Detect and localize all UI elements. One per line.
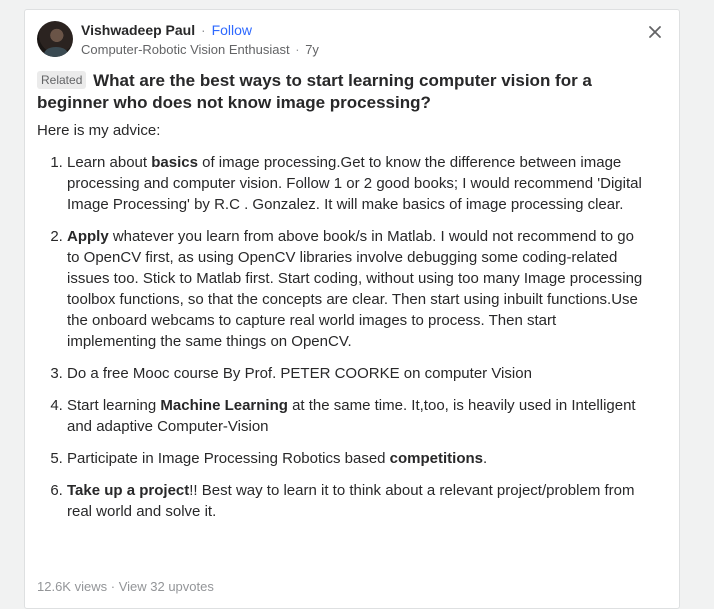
item-bold: competitions: [389, 450, 484, 467]
list-item: Do a free Mooc course By Prof. PETER COO…: [67, 363, 647, 384]
answer-intro: Here is my advice:: [37, 122, 161, 139]
view-upvotes-link[interactable]: View 32 upvotes: [119, 579, 214, 594]
answer-header: Vishwadeep Paul · Follow Computer-Roboti…: [37, 21, 319, 57]
advice-list: Learn about basics of image processing.G…: [37, 152, 647, 533]
item-text: whatever you learn from above book/s in …: [67, 228, 643, 350]
answer-footer: 12.6K views · View 32 upvotes: [37, 579, 214, 594]
item-bold: Machine Learning: [160, 397, 288, 414]
credential-line: Computer-Robotic Vision Enthusiast · 7y: [81, 43, 319, 56]
answer-card: Vishwadeep Paul · Follow Computer-Roboti…: [24, 9, 680, 609]
close-button[interactable]: [645, 22, 665, 42]
list-item: Apply whatever you learn from above book…: [67, 226, 647, 352]
item-text: Learn about: [67, 154, 152, 171]
item-bold: Apply: [67, 228, 109, 245]
list-item: Participate in Image Processing Robotics…: [67, 448, 647, 469]
separator-dot: ·: [295, 42, 300, 57]
author-meta: Vishwadeep Paul · Follow Computer-Roboti…: [81, 21, 319, 56]
item-text: Start learning: [67, 397, 161, 414]
author-credential: Computer-Robotic Vision Enthusiast: [81, 42, 290, 57]
item-text: Do a free Mooc course By Prof. PETER COO…: [67, 365, 532, 382]
avatar[interactable]: [37, 21, 73, 57]
separator-dot: ·: [201, 22, 206, 38]
question-text[interactable]: What are the best ways to start learning…: [37, 71, 592, 112]
close-icon: [649, 26, 661, 38]
author-name[interactable]: Vishwadeep Paul: [81, 22, 195, 38]
item-text: .: [483, 450, 488, 467]
item-text: Participate in Image Processing Robotics…: [67, 450, 390, 467]
author-line: Vishwadeep Paul · Follow: [81, 23, 319, 37]
item-bold: basics: [151, 154, 198, 171]
list-item: Start learning Machine Learning at the s…: [67, 395, 647, 437]
follow-button[interactable]: Follow: [212, 22, 252, 38]
related-tag: Related: [37, 71, 87, 89]
separator-dot: ·: [110, 579, 116, 594]
answer-time[interactable]: 7y: [305, 42, 319, 57]
list-item: Take up a project!! Best way to learn it…: [67, 480, 647, 522]
list-item: Learn about basics of image processing.G…: [67, 152, 647, 215]
view-count: 12.6K views: [37, 579, 108, 594]
item-bold: Take up a project: [67, 482, 190, 499]
question-title[interactable]: Related What are the best ways to start …: [37, 70, 657, 114]
